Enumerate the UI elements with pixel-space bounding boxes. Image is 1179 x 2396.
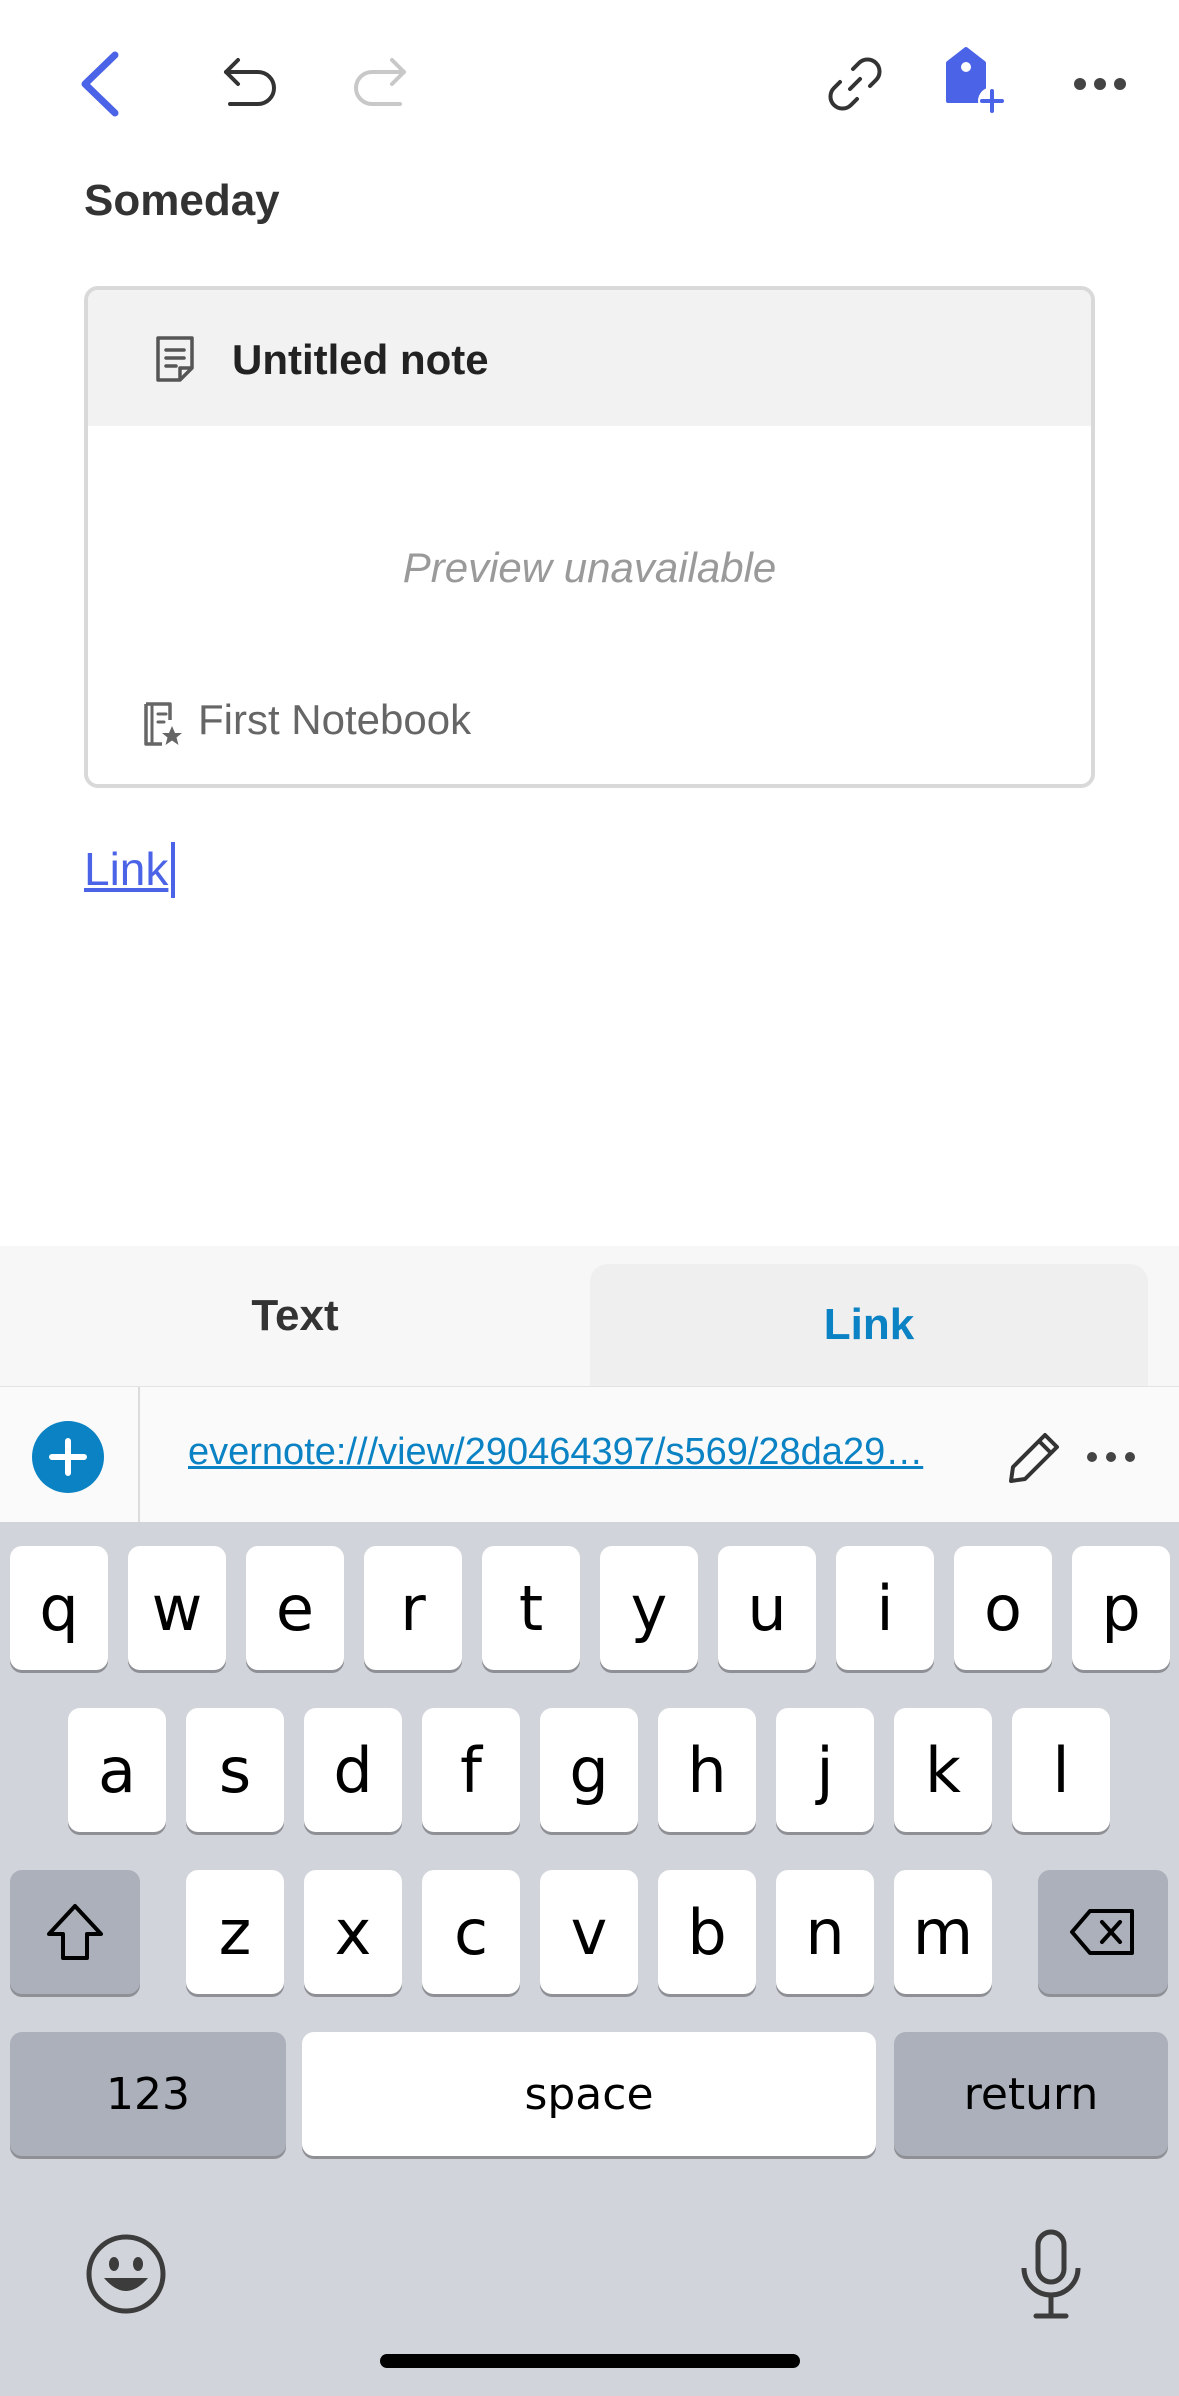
key-d[interactable]: d: [304, 1708, 402, 1832]
key-j[interactable]: j: [776, 1708, 874, 1832]
key-s[interactable]: s: [186, 1708, 284, 1832]
key-t[interactable]: t: [482, 1546, 580, 1670]
home-indicator[interactable]: [380, 2354, 800, 2368]
notebook-icon: [144, 702, 182, 746]
link-icon: [828, 57, 882, 111]
key-n[interactable]: n: [776, 1870, 874, 1994]
key-i[interactable]: i: [836, 1546, 934, 1670]
microphone-icon: [1021, 2229, 1081, 2319]
microphone-button[interactable]: [1016, 2228, 1086, 2320]
card-header: Untitled note: [88, 290, 1091, 426]
add-tag-button[interactable]: [935, 40, 1015, 124]
card-preview-text: Preview unavailable: [402, 544, 777, 591]
key-p[interactable]: p: [1072, 1546, 1170, 1670]
add-button[interactable]: [32, 1421, 104, 1493]
link-url-bar: evernote:///view/290464397/s569/28da29…: [0, 1386, 1179, 1523]
note-icon: [156, 336, 194, 382]
undo-button[interactable]: [210, 44, 290, 124]
key-c[interactable]: c: [422, 1870, 520, 1994]
key-q[interactable]: q: [10, 1546, 108, 1670]
key-f[interactable]: f: [422, 1708, 520, 1832]
link-text[interactable]: Link: [84, 842, 168, 896]
pencil-icon: [1009, 1433, 1059, 1483]
shift-key[interactable]: [10, 1870, 140, 1994]
key-y[interactable]: y: [600, 1546, 698, 1670]
card-title: Untitled note: [232, 336, 489, 383]
note-link-card[interactable]: Untitled note Preview unavailable First …: [84, 286, 1095, 788]
key-v[interactable]: v: [540, 1870, 638, 1994]
link-url[interactable]: evernote:///view/290464397/s569/28da29…: [188, 1431, 958, 1474]
link-more-button[interactable]: [1086, 1439, 1142, 1475]
redo-button[interactable]: [340, 44, 420, 124]
numbers-key[interactable]: 123: [10, 2032, 286, 2156]
key-e[interactable]: e: [246, 1546, 344, 1670]
plus-circle-icon: [32, 1421, 104, 1493]
key-g[interactable]: g: [540, 1708, 638, 1832]
tab-link[interactable]: Link: [590, 1264, 1148, 1386]
more-options-button[interactable]: [1060, 44, 1140, 124]
backspace-key[interactable]: [1038, 1870, 1168, 1994]
tag-add-icon: [946, 47, 1006, 115]
formatting-tabs: Text Link: [0, 1246, 1179, 1386]
key-z[interactable]: z: [186, 1870, 284, 1994]
text-caret: [171, 842, 175, 898]
key-h[interactable]: h: [658, 1708, 756, 1832]
keyboard: q w e r t y u i o p a s d f g h j k l z …: [0, 1522, 1179, 2396]
key-x[interactable]: x: [304, 1870, 402, 1994]
return-key[interactable]: return: [894, 2032, 1168, 2156]
key-a[interactable]: a: [68, 1708, 166, 1832]
key-u[interactable]: u: [718, 1546, 816, 1670]
key-k[interactable]: k: [894, 1708, 992, 1832]
key-w[interactable]: w: [128, 1546, 226, 1670]
key-o[interactable]: o: [954, 1546, 1052, 1670]
key-r[interactable]: r: [364, 1546, 462, 1670]
backspace-icon: [1070, 1909, 1134, 1955]
emoji-icon: [86, 2234, 166, 2314]
back-button[interactable]: [60, 40, 140, 128]
undo-icon: [224, 58, 276, 106]
key-m[interactable]: m: [894, 1870, 992, 1994]
key-b[interactable]: b: [658, 1870, 756, 1994]
shift-icon: [47, 1904, 103, 1960]
key-l[interactable]: l: [1012, 1708, 1110, 1832]
note-heading[interactable]: Someday: [84, 176, 280, 226]
space-key[interactable]: space: [302, 2032, 876, 2156]
edit-link-button[interactable]: [1005, 1427, 1065, 1487]
chevron-left-icon: [81, 51, 119, 117]
redo-icon: [354, 58, 406, 106]
emoji-button[interactable]: [84, 2232, 168, 2316]
card-notebook-name: First Notebook: [198, 696, 472, 743]
tab-text[interactable]: Text: [0, 1246, 590, 1386]
more-icon: [1087, 1452, 1135, 1462]
url-divider: [138, 1387, 140, 1523]
link-button[interactable]: [815, 44, 895, 124]
more-icon: [1074, 78, 1126, 90]
